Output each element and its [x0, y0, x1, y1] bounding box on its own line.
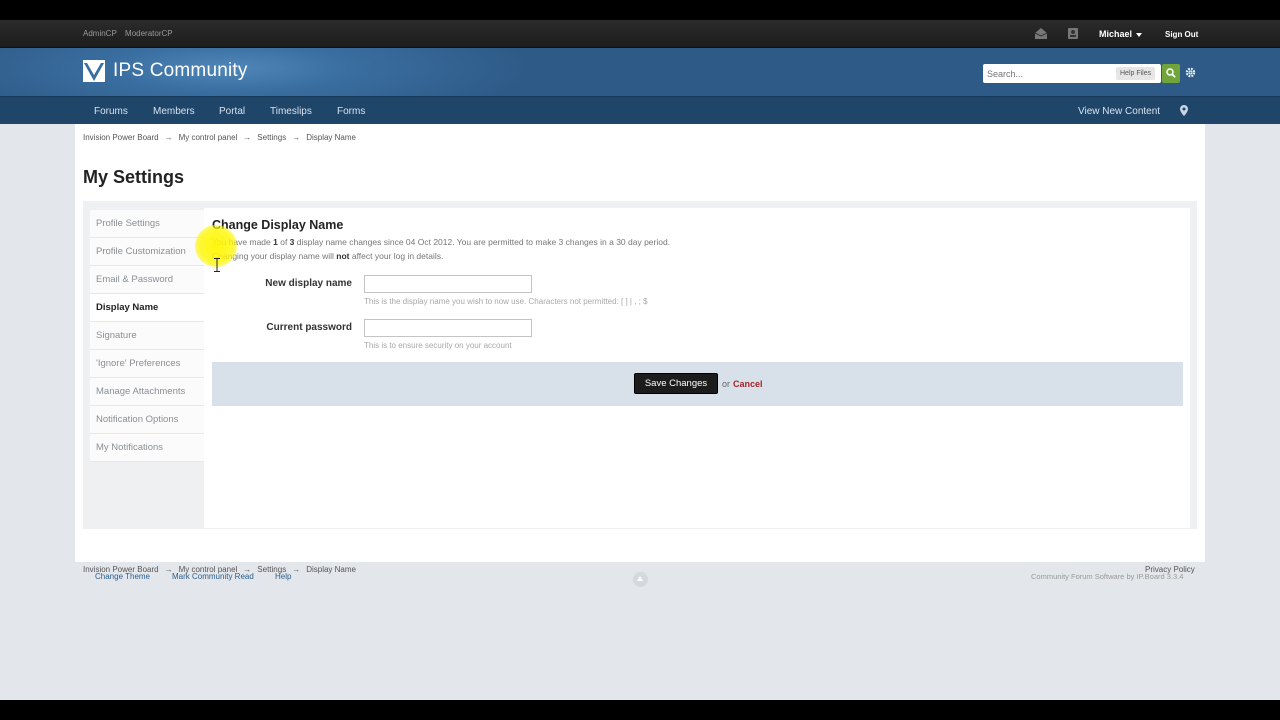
form-submit-row: Save Changes or Cancel [212, 362, 1183, 406]
nav-portal[interactable]: Portal [219, 106, 245, 117]
new-display-name-hint: This is the display name you wish to now… [364, 297, 648, 306]
page-title: My Settings [83, 167, 185, 187]
breadcrumb-item-current: Display Name [306, 133, 356, 142]
sidebar-item-signature[interactable]: Signature [90, 322, 204, 350]
user-menu[interactable]: Michael [1099, 29, 1143, 39]
sidebar-item-profile-settings[interactable]: Profile Settings [90, 210, 204, 238]
site-logo[interactable]: IPS Community [83, 60, 248, 82]
current-password-hint: This is to ensure security on your accou… [364, 341, 512, 350]
change-count-info: You have made 1 of 3 display name change… [212, 237, 671, 247]
login-info: Changing your display name will not affe… [212, 251, 444, 261]
cancel-link[interactable]: Cancel [733, 379, 763, 389]
display-name-form: Change Display Name You have made 1 of 3… [204, 208, 1190, 528]
section-title: Change Display Name [212, 218, 344, 232]
search-icon [1166, 68, 1176, 78]
content-area: Invision Power Board → My control panel → Se… [75, 124, 1205, 574]
sidebar-item-notification-options[interactable]: Notification Options [90, 406, 204, 434]
breadcrumb-item[interactable]: Settings [257, 133, 286, 142]
sidebar-item-display-name[interactable]: Display Name [90, 294, 204, 322]
map-pin-icon[interactable] [1180, 105, 1188, 116]
change-theme-link[interactable]: Change Theme [95, 572, 150, 581]
breadcrumb-item-current: Display Name [306, 565, 356, 574]
save-changes-button[interactable]: Save Changes [634, 373, 718, 394]
search-scope-help-files[interactable]: Help Files [1116, 67, 1156, 80]
settings-sidebar: Profile Settings Profile Customization E… [90, 210, 204, 462]
search-input[interactable] [987, 66, 1107, 81]
help-link[interactable]: Help [275, 572, 291, 581]
user-bar: AdminCP ModeratorCP Michael Sign Out [0, 20, 1280, 48]
branding-bar: IPS Community Help Files [0, 48, 1280, 96]
new-display-name-input[interactable] [364, 275, 532, 293]
notifications-icon[interactable] [1066, 27, 1080, 40]
mark-community-read-link[interactable]: Mark Community Read [172, 572, 254, 581]
nav-forums[interactable]: Forums [94, 106, 128, 117]
site-name: IPS Community [113, 60, 248, 81]
inbox-icon[interactable] [1034, 27, 1048, 40]
search-button[interactable] [1162, 64, 1180, 83]
nav-timeslips[interactable]: Timeslips [270, 106, 312, 117]
sign-out-link[interactable]: Sign Out [1165, 30, 1198, 39]
search-box: Help Files [983, 64, 1161, 83]
primary-nav: Forums Members Portal Timeslips Forms Vi… [0, 96, 1280, 124]
sidebar-item-profile-customization[interactable]: Profile Customization [90, 238, 204, 266]
browser-viewport: AdminCP ModeratorCP Michael Sign Out IPS… [0, 20, 1280, 700]
breadcrumb-top: Invision Power Board → My control panel → Se… [83, 133, 356, 142]
or-text: or [722, 379, 731, 389]
user-name: Michael [1099, 29, 1133, 39]
moderatorcp-link[interactable]: ModeratorCP [125, 29, 173, 38]
sidebar-item-manage-attachments[interactable]: Manage Attachments [90, 378, 204, 406]
breadcrumb-item[interactable]: My control panel [179, 133, 238, 142]
nav-forms[interactable]: Forms [337, 106, 365, 117]
sidebar-item-email-password[interactable]: Email & Password [90, 266, 204, 294]
new-display-name-label: New display name [265, 278, 352, 289]
ips-logo-icon [83, 60, 105, 82]
copyright-text: Community Forum Software by IP.Board 3.3… [1031, 572, 1184, 581]
current-password-input[interactable] [364, 319, 532, 337]
back-to-top-button[interactable] [633, 572, 648, 587]
view-new-content-link[interactable]: View New Content [1078, 106, 1160, 117]
admincp-link[interactable]: AdminCP [83, 29, 117, 38]
current-password-label: Current password [266, 322, 352, 333]
admin-links: AdminCP ModeratorCP [83, 29, 179, 38]
settings-panel: Profile Settings Profile Customization E… [83, 201, 1197, 529]
sidebar-item-my-notifications[interactable]: My Notifications [90, 434, 204, 462]
breadcrumb-item[interactable]: Invision Power Board [83, 133, 159, 142]
chevron-down-icon [1136, 32, 1143, 37]
sidebar-item-ignore-preferences[interactable]: 'Ignore' Preferences [90, 350, 204, 378]
gear-icon[interactable] [1185, 67, 1196, 78]
nav-members[interactable]: Members [153, 106, 195, 117]
